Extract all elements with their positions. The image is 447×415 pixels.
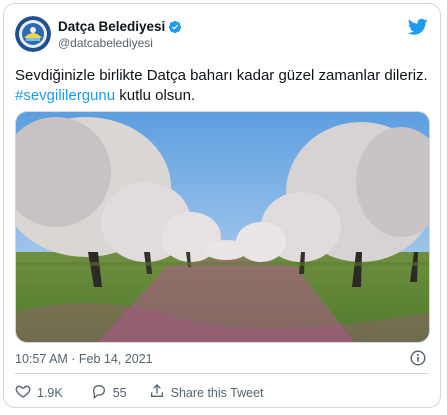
- tweet-card[interactable]: Datça Belediyesi @datcabelediyesi Sevdiğ…: [3, 3, 441, 408]
- divider: [15, 373, 429, 374]
- tweet-photo[interactable]: [15, 111, 430, 343]
- tweet-actions: 1.9K 55 Share this Tweet: [15, 383, 264, 402]
- like-button[interactable]: 1.9K: [15, 383, 63, 402]
- reply-count: 55: [112, 385, 127, 400]
- author-name-row[interactable]: Datça Belediyesi: [58, 19, 182, 34]
- orchard-photo: [16, 112, 429, 342]
- hashtag-link[interactable]: #sevgililergunu: [15, 87, 115, 104]
- share-button[interactable]: Share this Tweet: [149, 383, 264, 402]
- reply-icon: [91, 383, 107, 402]
- heart-icon: [15, 383, 31, 402]
- share-label: Share this Tweet: [170, 385, 264, 400]
- verified-badge-icon: [168, 20, 182, 34]
- info-icon[interactable]: [410, 350, 426, 366]
- reply-button[interactable]: 55: [91, 383, 127, 402]
- avatar[interactable]: [15, 16, 51, 52]
- like-count: 1.9K: [37, 385, 63, 400]
- twitter-bird-icon[interactable]: [407, 18, 428, 36]
- tweet-text-line1: Sevdiğinizle birlikte Datça baharı kadar…: [15, 67, 428, 84]
- tweet-text-suffix: kutlu olsun.: [115, 87, 196, 104]
- timestamp[interactable]: 10:57 AM · Feb 14, 2021: [15, 352, 153, 366]
- share-icon: [149, 383, 165, 402]
- tweet-text: Sevdiğinizle birlikte Datça baharı kadar…: [15, 66, 435, 106]
- display-name[interactable]: Datça Belediyesi: [58, 19, 165, 34]
- handle[interactable]: @datcabelediyesi: [58, 36, 153, 50]
